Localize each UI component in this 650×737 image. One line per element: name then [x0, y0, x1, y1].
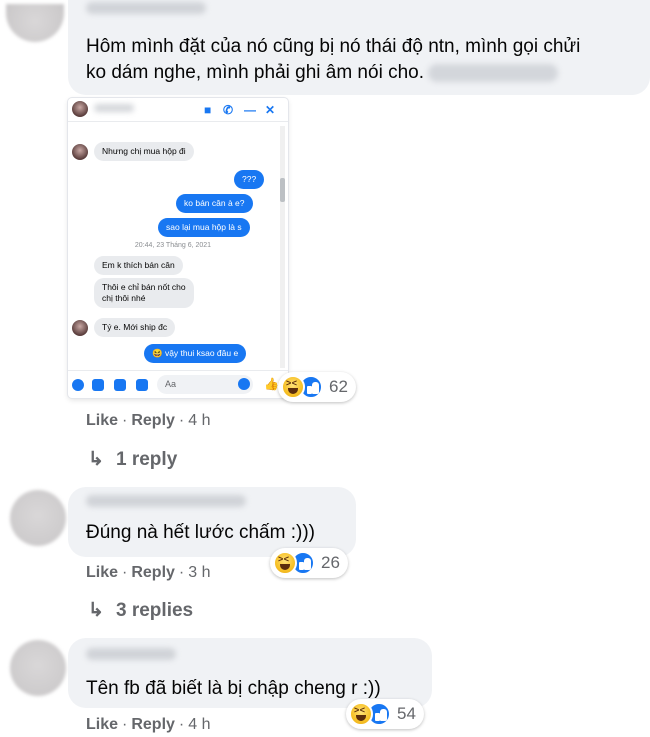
chat-contact-name-redacted	[94, 104, 134, 112]
view-replies-button[interactable]: ↳ 3 replies	[88, 599, 193, 622]
attached-chat-screenshot[interactable]: ■ ✆ — ✕ Nhưng chị mua hộp đi ??? ko bán …	[68, 98, 288, 398]
chat-scrollbar	[280, 126, 285, 368]
phone-icon: ✆	[223, 103, 234, 117]
chat-contact-avatar	[72, 101, 88, 117]
chat-message-out: ???	[234, 170, 265, 189]
comment-text: Tên fb đã biết là bị chập cheng r :))	[86, 678, 381, 699]
chat-contact-avatar	[72, 144, 88, 160]
comment-text-line-2: ko dám nghe, mình phải ghi âm nói cho.	[86, 60, 558, 86]
reaction-count: 62	[329, 377, 348, 396]
reply-button[interactable]: Reply	[131, 564, 175, 581]
commenter-name-redacted[interactable]	[86, 648, 176, 660]
commenter-avatar[interactable]	[10, 640, 66, 696]
comment-text: Hôm mình đặt của nó cũng bị nó thái độ n…	[86, 36, 581, 57]
commenter-name-redacted[interactable]	[86, 2, 206, 14]
like-button[interactable]: Like	[86, 564, 118, 581]
like-button[interactable]: Like	[86, 716, 118, 733]
comment-actions: Like · Reply · 4 h	[86, 412, 211, 429]
comment-actions: Like · Reply · 4 h	[86, 716, 211, 733]
reaction-summary[interactable]: 26	[270, 548, 348, 578]
comment-actions: Like · Reply · 3 h	[86, 564, 211, 581]
chat-message-in: Thôi e chỉ bán nốt cho chị thôi nhé	[94, 278, 194, 308]
chat-scrollbar-thumb	[280, 178, 285, 202]
commenter-name-redacted[interactable]	[86, 495, 246, 507]
reaction-count: 54	[397, 704, 416, 723]
haha-icon	[273, 551, 297, 575]
reaction-summary[interactable]: 62	[278, 372, 356, 402]
reaction-summary[interactable]: 54	[346, 699, 424, 729]
reply-arrow-icon: ↳	[88, 449, 104, 470]
chat-timestamp: 20:44, 23 Tháng 6, 2021	[134, 242, 212, 249]
chat-message-in: Nhưng chị mua hộp đi	[94, 142, 194, 161]
haha-icon	[349, 702, 373, 726]
haha-icon	[281, 375, 305, 399]
comment-time[interactable]: 4 h	[188, 716, 210, 733]
sticker-icon	[114, 379, 126, 391]
view-replies-button[interactable]: ↳ 1 reply	[88, 448, 177, 471]
chat-message-in: Tý e. Mới ship đc	[94, 318, 176, 337]
video-icon: ■	[204, 103, 212, 117]
close-icon: ✕	[265, 103, 276, 117]
reply-arrow-icon: ↳	[88, 600, 104, 621]
chat-message-out: 😆 vậy thui ksao đâu e	[144, 344, 247, 363]
reaction-count: 26	[321, 553, 340, 572]
reply-button[interactable]: Reply	[131, 412, 175, 429]
gif-icon	[136, 379, 148, 391]
chat-contact-avatar	[72, 320, 88, 336]
photo-icon	[92, 379, 104, 391]
redacted-name	[427, 63, 558, 82]
like-button[interactable]: Like	[86, 412, 118, 429]
emoji-icon	[238, 378, 250, 390]
minimize-icon: —	[244, 103, 256, 117]
comment-time[interactable]: 4 h	[188, 412, 210, 429]
chat-composer: Aa 👍	[68, 370, 288, 398]
commenter-avatar[interactable]	[6, 4, 64, 42]
plus-icon	[72, 379, 84, 391]
comment-text: Đúng nà hết lước chấm :)))	[86, 522, 315, 543]
commenter-avatar[interactable]	[10, 490, 66, 546]
chat-message-in: Em k thích bán cân	[94, 256, 183, 275]
chat-message-out: ko bán cân à e?	[176, 194, 253, 213]
chat-composer-input: Aa	[157, 375, 253, 394]
thumbs-up-icon: 👍	[264, 377, 279, 391]
reply-button[interactable]: Reply	[131, 716, 175, 733]
chat-message-out: sao lại mua hộp là s	[158, 218, 250, 237]
chat-header: ■ ✆ — ✕	[68, 98, 288, 122]
comment-time[interactable]: 3 h	[188, 564, 210, 581]
